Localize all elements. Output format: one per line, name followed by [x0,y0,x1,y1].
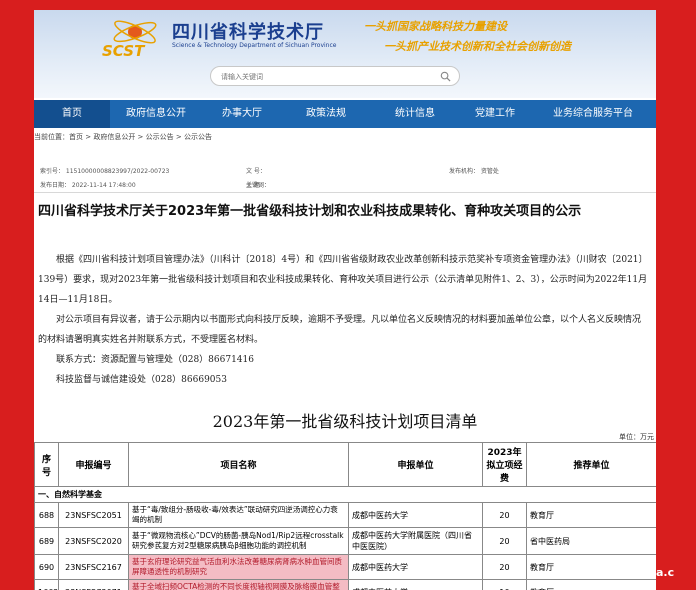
cell-seq: 690 [34,554,59,580]
document-meta: 索引号： 11510000008823997/2022-00723 文 号： 发… [34,152,656,192]
category-label: 一、自然科学基金 [34,486,656,503]
cell-code: 23NSFSC2167 [58,554,129,580]
cell-seq: 689 [34,527,59,555]
meta-keywords: 关键词： [246,182,271,189]
watermark-text: a.c [656,566,675,579]
cell-budget: 20 [482,502,527,528]
nav-item-policy[interactable]: 政策法规 [282,100,370,128]
cell-budget: 20 [482,554,527,580]
search-input[interactable] [221,69,431,84]
logo-text: SCST [102,42,146,60]
cell-budget: 20 [482,527,527,555]
table-row: 690 23NSFSC2167 基于玄府理论研究益气活血利水法改善糖尿病肾病水肿… [34,554,656,580]
article-body: 根据《四川省科技计划项目管理办法》（川科计〔2018〕4号）和《四川省省级财政农… [38,250,648,390]
nav-item-service-platform[interactable]: 业务综合服务平台 [530,100,656,128]
breadcrumb-path[interactable]: 首页 > 政府信息公开 > 公示公告 > 公示公告 [69,133,212,141]
paragraph: 对公示项目有异议者，请于公示期内以书面形式向科技厅反映，逾期不予受理。凡以单位名… [38,315,642,345]
table-row: 688 23NSFSC2051 基于“毒/致组分-肠吸收-毒/效表达”联动研究四… [34,502,656,528]
breadcrumb-label: 当前位置： [34,133,69,141]
cell-seq: 1662 [34,579,59,590]
nav-item-party[interactable]: 党建工作 [460,100,530,128]
page-frame: SCST 四川省科学技术厅 Science & Technology Depar… [34,10,656,590]
project-table: 序号 申报编号 项目名称 申报单位 2023年拟立项经费 推荐单位 一、自然科学… [34,442,656,590]
page-title: 四川省科学技术厅关于2023年第一批省级科技计划和农业科技成果转化、育种攻关项目… [38,204,582,219]
cell-org: 成都中医药大学附属医院（四川省中医医院） [348,527,483,555]
site-title: 四川省科学技术厅 [172,22,324,43]
meta-doc-no: 文 号： [246,168,266,175]
table-row: 1662 23NSFSC2071 基于全域扫频OCTA检测的不同长度视轴视网膜及… [34,579,656,590]
table-row: 689 23NSFSC2020 基于“微观物流核心”DCV的肠菌-胰岛Nod1/… [34,527,656,555]
col-header-code: 申报编号 [58,442,129,487]
cell-recommender: 教育厅 [526,502,656,528]
search-icon[interactable] [440,71,451,82]
table-category-row: 一、自然科学基金 [34,486,656,503]
cell-code: 23NSFSC2020 [58,527,129,555]
logo-icon: SCST [102,20,157,60]
cell-budget: 10 [482,579,527,590]
paragraph: 根据《四川省科技计划项目管理办法》（川科计〔2018〕4号）和《四川省省级财政农… [38,255,648,305]
cell-recommender: 教育厅 [526,579,656,590]
meta-index-no: 索引号： 11510000008823997/2022-00723 [40,168,170,175]
col-header-seq: 序号 [34,442,59,487]
nav-item-statistics[interactable]: 统计信息 [370,100,460,128]
divider [34,192,656,193]
main-nav: 首页 政府信息公开 办事大厅 政策法规 统计信息 党建工作 业务综合服务平台 [34,100,656,128]
breadcrumb: 当前位置：首页 > 政府信息公开 > 公示公告 > 公示公告 [34,132,212,142]
cell-name: 基于“微观物流核心”DCV的肠菌-胰岛Nod1/Rip2远程crosstalk研… [128,527,349,555]
col-header-name: 项目名称 [128,442,349,487]
nav-item-home[interactable]: 首页 [34,100,110,128]
cell-recommender: 省中医药局 [526,527,656,555]
col-header-org: 申报单位 [348,442,483,487]
table-header-row: 序号 申报编号 项目名称 申报单位 2023年拟立项经费 推荐单位 [34,442,656,487]
table-title: 2023年第一批省级科技计划项目清单 [212,412,478,431]
cell-org: 成都中医药大学 [348,502,483,528]
cell-recommender: 教育厅 [526,554,656,580]
site-header: SCST 四川省科学技术厅 Science & Technology Depar… [34,10,656,98]
slogan-line-2: 一头抓产业技术创新和全社会创新创造 [384,40,571,53]
cell-org: 成都中医药大学 [348,579,483,590]
contact-line: 联系方式：资源配置与管理处（028）86671416 [56,355,254,365]
cell-seq: 688 [34,502,59,528]
cell-org: 成都中医药大学 [348,554,483,580]
search-box [210,66,460,86]
cell-name: 基于玄府理论研究益气活血利水法改善糖尿病肾病水肿血管间质屏障通透性的机制研究 [128,554,349,580]
cell-name: 基于“毒/致组分-肠吸收-毒/效表达”联动研究四逆汤调控心力衰竭的机制 [128,502,349,528]
cell-name: 基于全域扫频OCTA检测的不同长度视轴视网膜及脉络膜血管整体位变化的调节差异研究 [128,579,349,590]
meta-publish-date: 发布日期： 2022-11-14 17:48:00 [40,182,136,189]
contact-line: 科技监督与诚信建设处（028）86669053 [56,375,227,385]
meta-publisher: 发布机构： 资管处 [449,168,499,175]
cell-code: 23NSFSC2071 [58,579,129,590]
cell-code: 23NSFSC2051 [58,502,129,528]
nav-item-service-hall[interactable]: 办事大厅 [202,100,282,128]
slogan-line-1: 一头抓国家战略科技力量建设 [364,20,507,33]
table-unit: 单位：万元 [619,433,654,441]
site-subtitle: Science & Technology Department of Sichu… [172,42,337,49]
nav-item-gov-info[interactable]: 政府信息公开 [110,100,202,128]
col-header-budget: 2023年拟立项经费 [482,442,527,487]
col-header-recommender: 推荐单位 [526,442,656,487]
